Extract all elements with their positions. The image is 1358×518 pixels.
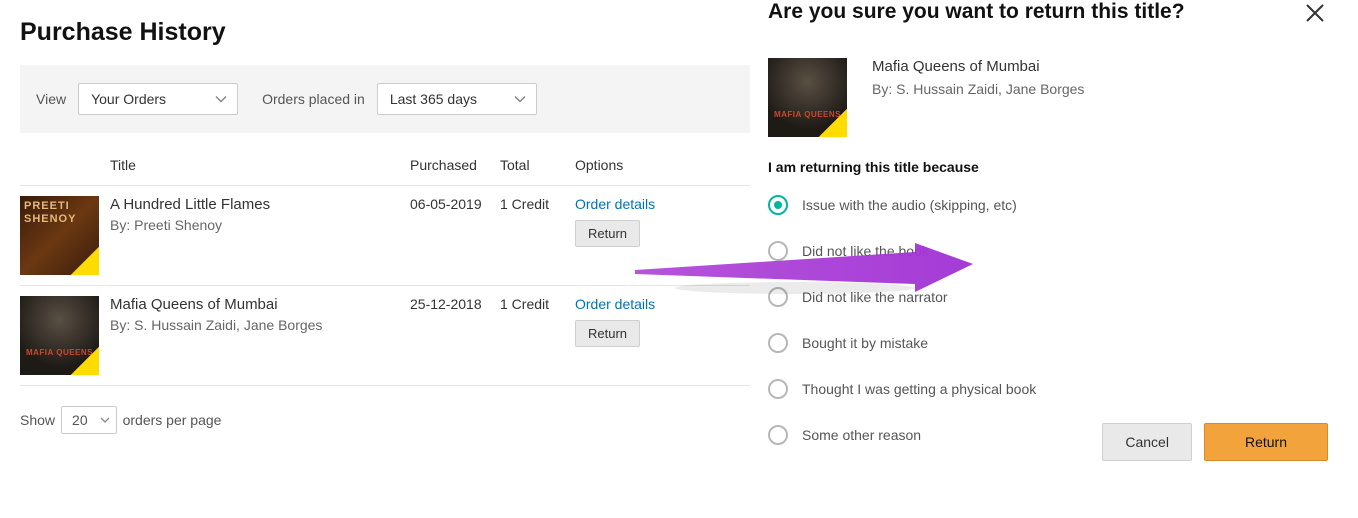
order-total: 1 Credit	[500, 296, 575, 312]
order-details-link[interactable]: Order details	[575, 196, 750, 212]
pager-show-label: Show	[20, 412, 55, 428]
col-options: Options	[575, 157, 750, 173]
order-total: 1 Credit	[500, 196, 575, 212]
purchase-history-panel: Purchase History View Your Orders Orders…	[20, 0, 750, 434]
reason-option[interactable]: Bought it by mistake	[768, 333, 1338, 353]
return-item-byline: By: S. Hussain Zaidi, Jane Borges	[872, 81, 1084, 97]
close-icon[interactable]	[1302, 0, 1328, 29]
book-cover[interactable]	[20, 196, 99, 275]
col-purchased: Purchased	[410, 157, 500, 173]
chevron-down-icon	[100, 417, 110, 423]
radio-icon[interactable]	[768, 195, 788, 215]
reason-option[interactable]: Thought I was getting a physical book	[768, 379, 1338, 399]
view-select-value: Your Orders	[91, 91, 166, 107]
pager-value: 20	[72, 412, 88, 428]
order-details-link[interactable]: Order details	[575, 296, 750, 312]
reason-option[interactable]: Did not like the book	[768, 241, 1338, 261]
order-purchased: 06-05-2019	[410, 196, 500, 212]
book-cover: MAFIA QUEENS	[768, 58, 847, 137]
chevron-down-icon	[514, 96, 526, 103]
book-cover[interactable]: MAFIA QUEENS	[20, 296, 99, 375]
dialog-actions: Cancel Return	[1102, 423, 1328, 461]
cover-text: MAFIA QUEENS	[768, 110, 847, 119]
reason-label: Did not like the book	[802, 243, 929, 259]
dialog-title: Are you sure you want to return this tit…	[768, 0, 1338, 24]
pager-suffix: orders per page	[123, 412, 222, 428]
radio-icon[interactable]	[768, 379, 788, 399]
reason-label: Thought I was getting a physical book	[802, 381, 1036, 397]
cover-text: MAFIA QUEENS	[20, 348, 99, 357]
order-title[interactable]: Mafia Queens of Mumbai	[110, 296, 410, 313]
reason-option[interactable]: Issue with the audio (skipping, etc)	[768, 195, 1338, 215]
chevron-down-icon	[215, 96, 227, 103]
placed-label: Orders placed in	[262, 91, 365, 107]
reason-label: Bought it by mistake	[802, 335, 928, 351]
return-item: MAFIA QUEENS Mafia Queens of Mumbai By: …	[768, 58, 1338, 137]
return-dialog: Are you sure you want to return this tit…	[768, 0, 1338, 471]
order-byline: By: Preeti Shenoy	[110, 217, 410, 233]
col-title: Title	[110, 157, 410, 173]
radio-icon[interactable]	[768, 241, 788, 261]
radio-icon[interactable]	[768, 333, 788, 353]
pager-select[interactable]: 20	[61, 406, 117, 434]
placed-select[interactable]: Last 365 days	[377, 83, 537, 115]
reason-heading: I am returning this title because	[768, 159, 1338, 175]
order-purchased: 25-12-2018	[410, 296, 500, 312]
filter-bar: View Your Orders Orders placed in Last 3…	[20, 65, 750, 133]
page-title: Purchase History	[20, 18, 750, 47]
confirm-return-button[interactable]: Return	[1204, 423, 1328, 461]
return-button[interactable]: Return	[575, 320, 640, 347]
radio-icon[interactable]	[768, 287, 788, 307]
radio-icon[interactable]	[768, 425, 788, 445]
placed-select-value: Last 365 days	[390, 91, 477, 107]
view-select[interactable]: Your Orders	[78, 83, 238, 115]
reason-label: Some other reason	[802, 427, 921, 443]
pager: Show 20 orders per page	[20, 406, 750, 434]
reason-list: Issue with the audio (skipping, etc) Did…	[768, 195, 1338, 445]
reason-option[interactable]: Did not like the narrator	[768, 287, 1338, 307]
col-total: Total	[500, 157, 575, 173]
return-item-title: Mafia Queens of Mumbai	[872, 58, 1084, 75]
order-byline: By: S. Hussain Zaidi, Jane Borges	[110, 317, 410, 333]
audible-badge-icon	[71, 247, 99, 275]
cancel-button[interactable]: Cancel	[1102, 423, 1192, 461]
order-title[interactable]: A Hundred Little Flames	[110, 196, 410, 213]
view-label: View	[36, 91, 66, 107]
table-header: Title Purchased Total Options	[20, 143, 750, 186]
reason-label: Did not like the narrator	[802, 289, 948, 305]
table-row: MAFIA QUEENS Mafia Queens of Mumbai By: …	[20, 286, 750, 386]
table-row: A Hundred Little Flames By: Preeti Sheno…	[20, 186, 750, 286]
reason-label: Issue with the audio (skipping, etc)	[802, 197, 1017, 213]
return-button[interactable]: Return	[575, 220, 640, 247]
